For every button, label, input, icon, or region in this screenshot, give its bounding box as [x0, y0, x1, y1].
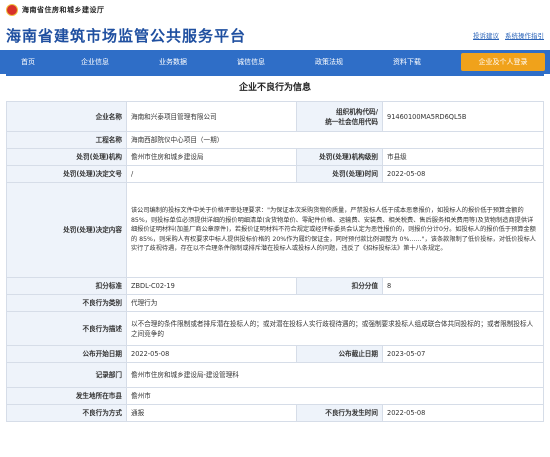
doc-no-value: / — [126, 165, 297, 183]
deduct-label: 扣分标准 — [6, 277, 127, 295]
occur-date-label: 不良行为发生时间 — [296, 404, 383, 422]
record-agency-value: 儋州市住房和城乡建设局-建设管理科 — [126, 362, 544, 388]
publish-date-label: 公布开始日期 — [6, 345, 127, 363]
guide-link[interactable]: 系统操作指引 — [505, 30, 544, 40]
occur-date-value: 2022-05-08 — [382, 404, 544, 422]
method-label: 不良行为方式 — [6, 404, 127, 422]
site-header: 海南省建筑市场监管公共服务平台 投诉建议 系统操作指引 — [0, 20, 550, 50]
agency-level-label: 处罚(处理)机构级别 — [296, 148, 383, 166]
header-links: 投诉建议 系统操作指引 — [473, 30, 544, 40]
method-value: 通报 — [126, 404, 297, 422]
publish-end-value: 2023-05-07 — [382, 345, 544, 363]
agency-level-value: 市县级 — [382, 148, 544, 166]
location-value: 儋州市 — [126, 387, 544, 405]
company-value: 海南和兴泰项目管理有限公司 — [126, 101, 297, 132]
page-title: 企业不良行为信息 — [238, 83, 311, 93]
nav-item-credit[interactable]: 诚信信息 — [212, 57, 290, 67]
score-value: 8 — [382, 277, 544, 295]
detail-panel: 企业不良行为信息 企业名称 海南和兴泰项目管理有限公司 组织机构代码/统一社会信… — [6, 74, 544, 422]
behavior-desc-label: 不良行为描述 — [6, 311, 127, 346]
publish-date-value: 2022-05-08 — [126, 345, 297, 363]
project-value: 海南西部院仪中心项目（一期） — [126, 131, 544, 149]
nav-item-download[interactable]: 资料下载 — [368, 57, 446, 67]
agency-value: 儋州市住房和城乡建设局 — [126, 148, 297, 166]
complaint-link[interactable]: 投诉建议 — [473, 30, 499, 40]
login-button[interactable]: 企业及个人登录 — [461, 53, 545, 71]
emblem-icon — [6, 4, 18, 16]
doc-no-label: 处罚(处理)决定文号 — [6, 165, 127, 183]
record-table: 企业名称 海南和兴泰项目管理有限公司 组织机构代码/统一社会信用代码 91460… — [6, 101, 544, 422]
project-label: 工程名称 — [6, 131, 127, 149]
main-nav: 首页 企业信息 业务数据 诚信信息 政策法规 资料下载 企业及个人登录 — [0, 50, 550, 74]
location-label: 发生地所在市县 — [6, 387, 127, 405]
behavior-type-label: 不良行为类别 — [6, 294, 127, 312]
nav-item-enterprise[interactable]: 企业信息 — [56, 57, 134, 67]
nav-item-policy[interactable]: 政策法规 — [290, 57, 368, 67]
content-value: 该公司编制的投标文件中关于价格评审处理要求："为保证本次采购货物的质量，严禁投标… — [126, 182, 544, 278]
decision-date-value: 2022-05-08 — [382, 165, 544, 183]
score-label: 扣分分值 — [296, 277, 383, 295]
agency-label: 处罚(处理)机构 — [6, 148, 127, 166]
deduct-value: ZBDL-C02-19 — [126, 277, 297, 295]
publish-end-label: 公布截止日期 — [296, 345, 383, 363]
nav-item-business-data[interactable]: 业务数据 — [134, 57, 212, 67]
org-code-label: 组织机构代码/统一社会信用代码 — [296, 101, 383, 132]
site-title: 海南省建筑市场监管公共服务平台 — [6, 26, 247, 45]
decision-date-label: 处罚(处理)时间 — [296, 165, 383, 183]
nav-item-home[interactable]: 首页 — [0, 57, 56, 67]
org-code-value: 91460100MA5RD6QL5B — [382, 101, 544, 132]
record-agency-label: 记录部门 — [6, 362, 127, 388]
company-label: 企业名称 — [6, 101, 127, 132]
department-bar: 海南省住房和城乡建设厅 — [0, 0, 550, 20]
behavior-type-value: 代理行为 — [126, 294, 544, 312]
behavior-desc-value: 以不合理的条件限制或者排斥潜在投标人的；或对潜在投标人实行歧视待遇的；或强制要求… — [126, 311, 544, 346]
department-name: 海南省住房和城乡建设厅 — [22, 6, 105, 14]
content-label: 处罚(处理)决定内容 — [6, 182, 127, 278]
